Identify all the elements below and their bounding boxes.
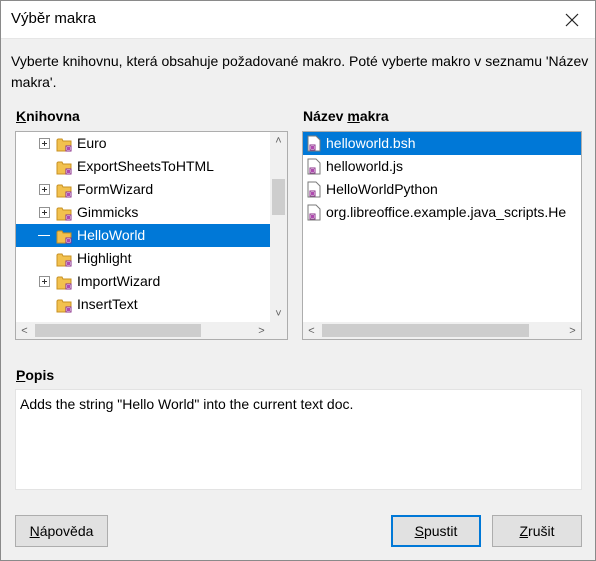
help-button[interactable]: Nápověda bbox=[15, 515, 108, 547]
library-vertical-scrollbar[interactable]: ˄ ˅ bbox=[270, 132, 287, 322]
title-bar: Výběr makra bbox=[1, 1, 595, 39]
expand-icon[interactable] bbox=[39, 138, 50, 149]
library-folder-icon bbox=[56, 251, 73, 267]
library-item-label: ExportSheetsToHTML bbox=[77, 158, 214, 174]
library-item[interactable]: Euro bbox=[16, 132, 270, 155]
library-folder-icon bbox=[56, 205, 73, 221]
library-item[interactable]: Highlight bbox=[16, 247, 270, 270]
library-item-label: Euro bbox=[77, 135, 107, 151]
macro-document-icon bbox=[307, 181, 321, 198]
cancel-button[interactable]: Zrušit bbox=[492, 515, 582, 547]
scroll-right-icon[interactable]: ˃ bbox=[564, 322, 581, 339]
expand-icon[interactable] bbox=[39, 207, 50, 218]
macro-item-label: helloworld.bsh bbox=[326, 135, 416, 151]
scroll-up-icon[interactable]: ˄ bbox=[270, 132, 287, 149]
library-folder-icon bbox=[56, 274, 73, 290]
run-button[interactable]: Spustit bbox=[391, 515, 481, 547]
library-item-label: HelloWorld bbox=[77, 227, 146, 243]
scroll-left-icon[interactable]: ˂ bbox=[16, 322, 33, 339]
library-item[interactable]: InsertText bbox=[16, 293, 270, 316]
scrollbar-corner bbox=[270, 322, 287, 339]
macro-item-label: helloworld.js bbox=[326, 158, 404, 174]
library-horizontal-scrollbar[interactable]: ˂ ˃ bbox=[16, 322, 270, 339]
library-tree-rows: Euro ExportSheetsToHTML FormWizard Gimmicks… bbox=[16, 132, 270, 322]
macro-item[interactable]: org.libreoffice.example.java_scripts.He bbox=[303, 201, 581, 224]
library-item-label: ImportWizard bbox=[77, 273, 161, 289]
library-folder-icon bbox=[56, 182, 73, 198]
library-item-label: Highlight bbox=[77, 250, 132, 266]
description-label: Popis bbox=[16, 367, 55, 383]
library-tree[interactable]: Euro ExportSheetsToHTML FormWizard Gimmicks… bbox=[15, 131, 288, 340]
expand-icon[interactable] bbox=[39, 276, 50, 287]
close-button[interactable] bbox=[555, 5, 589, 35]
library-item[interactable]: ExportSheetsToHTML bbox=[16, 155, 270, 178]
tree-line-icon bbox=[38, 235, 50, 236]
macro-selector-dialog: Výběr makra Vyberte knihovnu, která obsa… bbox=[0, 0, 596, 561]
library-folder-icon bbox=[56, 297, 73, 313]
library-item[interactable]: Gimmicks bbox=[16, 201, 270, 224]
library-item[interactable]: HelloWorld bbox=[16, 224, 270, 247]
library-folder-icon bbox=[56, 159, 73, 175]
library-item[interactable]: FormWizard bbox=[16, 178, 270, 201]
library-item-label: InsertText bbox=[77, 296, 138, 312]
library-item-label: Gimmicks bbox=[77, 204, 139, 220]
macro-document-icon bbox=[307, 204, 321, 221]
dialog-description: Vyberte knihovnu, která obsahuje požadov… bbox=[11, 53, 589, 90]
library-item-label: FormWizard bbox=[77, 181, 154, 197]
scroll-right-icon[interactable]: ˃ bbox=[253, 322, 270, 339]
expand-icon[interactable] bbox=[39, 184, 50, 195]
scroll-left-icon[interactable]: ˂ bbox=[303, 322, 320, 339]
library-label: Knihovna bbox=[16, 108, 80, 124]
macro-item[interactable]: helloworld.js bbox=[303, 155, 581, 178]
macro-document-icon bbox=[307, 135, 321, 152]
library-hscroll-thumb[interactable] bbox=[35, 324, 201, 337]
close-icon bbox=[565, 13, 579, 27]
macro-document-icon bbox=[307, 158, 321, 175]
macro-list-rows: helloworld.bsh helloworld.js HelloWorldPyt… bbox=[303, 132, 581, 322]
library-folder-icon bbox=[56, 136, 73, 152]
library-vscroll-thumb[interactable] bbox=[272, 179, 285, 215]
macro-item-label: org.libreoffice.example.java_scripts.He bbox=[326, 204, 567, 220]
macro-description-text: Adds the string "Hello World" into the c… bbox=[15, 389, 582, 490]
macro-hscroll-thumb[interactable] bbox=[322, 324, 529, 337]
library-item[interactable]: ImportWizard bbox=[16, 270, 270, 293]
library-folder-icon bbox=[56, 228, 73, 244]
macro-horizontal-scrollbar[interactable]: ˂ ˃ bbox=[303, 322, 581, 339]
macro-name-label: Název makra bbox=[303, 108, 389, 124]
scroll-down-icon[interactable]: ˅ bbox=[270, 305, 287, 322]
macro-list[interactable]: helloworld.bsh helloworld.js HelloWorldPyt… bbox=[302, 131, 582, 340]
macro-item[interactable]: HelloWorldPython bbox=[303, 178, 581, 201]
macro-item[interactable]: helloworld.bsh bbox=[303, 132, 581, 155]
window-title: Výběr makra bbox=[11, 10, 97, 27]
macro-item-label: HelloWorldPython bbox=[326, 181, 438, 197]
